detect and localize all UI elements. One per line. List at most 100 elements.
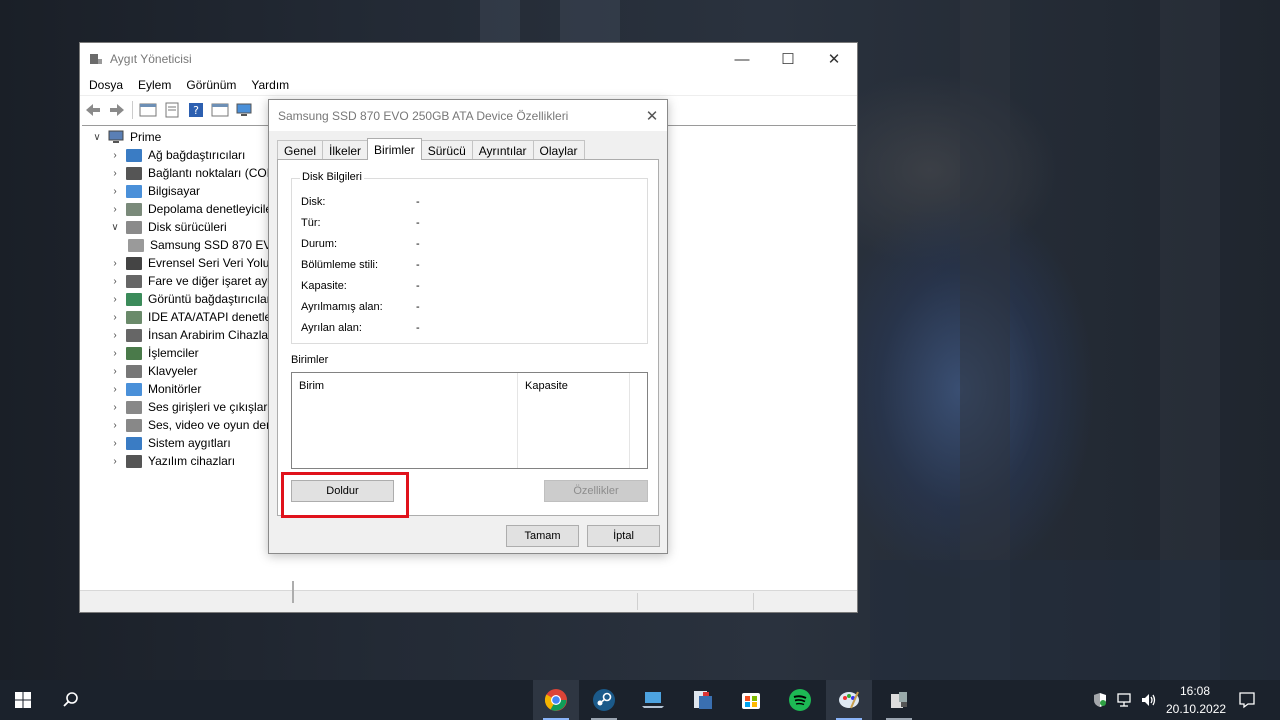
search-button[interactable] [48, 680, 94, 720]
chevron-right-icon[interactable]: › [108, 438, 122, 449]
chevron-right-icon[interactable]: › [108, 330, 122, 341]
tab-general[interactable]: Genel [277, 140, 324, 160]
tab-driver[interactable]: Sürücü [420, 140, 473, 160]
tree-category-item[interactable]: › Fare ve diğer işaret aygıt [90, 272, 286, 290]
tree-category-item[interactable]: › İnsan Arabirim Cihazları [90, 326, 286, 344]
network-adapter-icon [126, 148, 142, 162]
menu-view[interactable]: Görünüm [186, 78, 236, 92]
start-button[interactable] [0, 680, 46, 720]
chevron-right-icon[interactable]: › [108, 312, 122, 323]
ok-button[interactable]: Tamam [506, 525, 579, 547]
volume-column-header[interactable]: Birim [292, 373, 517, 468]
dialog-titlebar[interactable]: Samsung SSD 870 EVO 250GB ATA Device Öze… [269, 100, 667, 131]
taskbar-app[interactable] [630, 680, 676, 720]
chevron-right-icon[interactable]: › [108, 276, 122, 287]
steam-icon [593, 689, 615, 711]
chevron-right-icon[interactable]: › [108, 420, 122, 431]
tree-category-item[interactable]: › Bilgisayar [90, 182, 286, 200]
tree-item-label: Klavyeler [148, 364, 198, 378]
taskbar-app[interactable] [680, 680, 726, 720]
chevron-right-icon[interactable]: › [108, 348, 122, 359]
view-details-icon[interactable] [139, 102, 157, 118]
usb-icon [126, 256, 142, 270]
view-resources-icon[interactable] [211, 102, 229, 118]
tab-events[interactable]: Olaylar [532, 140, 585, 160]
close-button[interactable]: ✕ [811, 44, 857, 74]
tree-category-item[interactable]: › IDE ATA/ATAPI denetleyi [90, 308, 286, 326]
chevron-right-icon[interactable]: › [108, 258, 122, 269]
tree-category-item[interactable]: › Görüntü bağdaştırıcıları [90, 290, 286, 308]
storage-controller-icon [126, 202, 142, 216]
tree-device-item[interactable]: Samsung SSD 870 EV [90, 236, 286, 254]
dialog-close-button[interactable]: ✕ [637, 107, 667, 125]
tree-category-item[interactable]: › Monitörler [90, 380, 286, 398]
tree-item-label: IDE ATA/ATAPI denetleyi [148, 310, 280, 324]
scan-hardware-icon[interactable] [235, 102, 253, 118]
clock-date[interactable]: 20.10.2022 [1166, 702, 1226, 716]
audio-controller-icon [126, 418, 142, 432]
disk-icon [128, 238, 144, 252]
capacity-column-header[interactable]: Kapasite [517, 373, 629, 468]
tree-category-item[interactable]: › Ses, video ve oyun dene [90, 416, 286, 434]
chevron-right-icon[interactable]: › [108, 384, 122, 395]
tree-category-item[interactable]: › Yazılım cihazları [90, 452, 286, 470]
device-manager-titlebar[interactable]: Aygıt Yöneticisi — ☐ ✕ [80, 43, 857, 75]
window-title: Aygıt Yöneticisi [110, 52, 192, 66]
properties-icon[interactable] [163, 102, 181, 118]
taskbar-spotify[interactable] [777, 680, 823, 720]
back-arrow-icon[interactable] [84, 102, 102, 118]
tree-category-item[interactable]: › İşlemciler [90, 344, 286, 362]
tab-policies[interactable]: İlkeler [322, 140, 369, 160]
clock-time[interactable]: 16:08 [1180, 684, 1210, 698]
help-icon[interactable]: ? [187, 102, 205, 118]
chevron-right-icon[interactable]: › [108, 402, 122, 413]
chevron-right-icon[interactable]: › [108, 294, 122, 305]
disk-value: - [416, 196, 420, 208]
tree-root[interactable]: ∨ Prime [90, 128, 286, 146]
taskbar-chrome[interactable] [533, 680, 579, 720]
forward-arrow-icon[interactable] [108, 102, 126, 118]
chevron-right-icon[interactable]: › [108, 366, 122, 377]
chevron-down-icon[interactable]: ∨ [90, 132, 104, 143]
chevron-down-icon[interactable]: ∨ [108, 222, 122, 233]
status-divider [753, 593, 754, 610]
highlight-box [281, 472, 409, 518]
notification-icon[interactable] [1238, 691, 1256, 709]
chevron-right-icon[interactable]: › [108, 186, 122, 197]
network-icon[interactable] [1116, 692, 1134, 708]
menu-action[interactable]: Eylem [138, 78, 171, 92]
tab-volumes[interactable]: Birimler [367, 138, 422, 160]
file-app-icon [694, 691, 712, 709]
menu-file[interactable]: Dosya [89, 78, 123, 92]
chevron-right-icon[interactable]: › [108, 168, 122, 179]
chevron-right-icon[interactable]: › [108, 204, 122, 215]
capacity-value: - [416, 280, 420, 292]
taskbar-device-manager[interactable] [876, 680, 922, 720]
volume-icon[interactable] [1140, 692, 1158, 708]
tree-category-item[interactable]: › Ağ bağdaştırıcıları [90, 146, 286, 164]
chevron-right-icon[interactable]: › [108, 150, 122, 161]
search-icon [63, 692, 78, 707]
tree-category-item[interactable]: › Bağlantı noktaları (COM [90, 164, 286, 182]
tree-category-item[interactable]: › Ses girişleri ve çıkışları [90, 398, 286, 416]
security-shield-icon[interactable] [1092, 692, 1108, 708]
tree-category-item[interactable]: › Depolama denetleyiciler [90, 200, 286, 218]
tree-category-item[interactable]: ∨ Disk sürücüleri [90, 218, 286, 236]
chevron-right-icon[interactable]: › [108, 456, 122, 467]
cancel-button[interactable]: İptal [587, 525, 660, 547]
taskbar-steam[interactable] [581, 680, 627, 720]
volumes-tab-panel: Disk Bilgileri Disk: - Tür: - Durum: - B… [277, 159, 659, 603]
store-icon [742, 693, 760, 709]
tab-details[interactable]: Ayrıntılar [471, 140, 534, 160]
reserved-space-label: Ayrılan alan: [301, 322, 362, 334]
menu-help[interactable]: Yardım [251, 78, 289, 92]
volumes-list[interactable]: Birim Kapasite [291, 372, 648, 469]
tree-category-item[interactable]: › Klavyeler [90, 362, 286, 380]
tree-category-item[interactable]: › Sistem aygıtları [90, 434, 286, 452]
tree-category-item[interactable]: › Evrensel Seri Veri Yolu de [90, 254, 286, 272]
taskbar-store[interactable] [728, 680, 774, 720]
type-label: Tür: [301, 217, 321, 229]
taskbar-paint[interactable] [826, 680, 872, 720]
maximize-button[interactable]: ☐ [765, 44, 811, 74]
minimize-button[interactable]: — [719, 44, 765, 74]
